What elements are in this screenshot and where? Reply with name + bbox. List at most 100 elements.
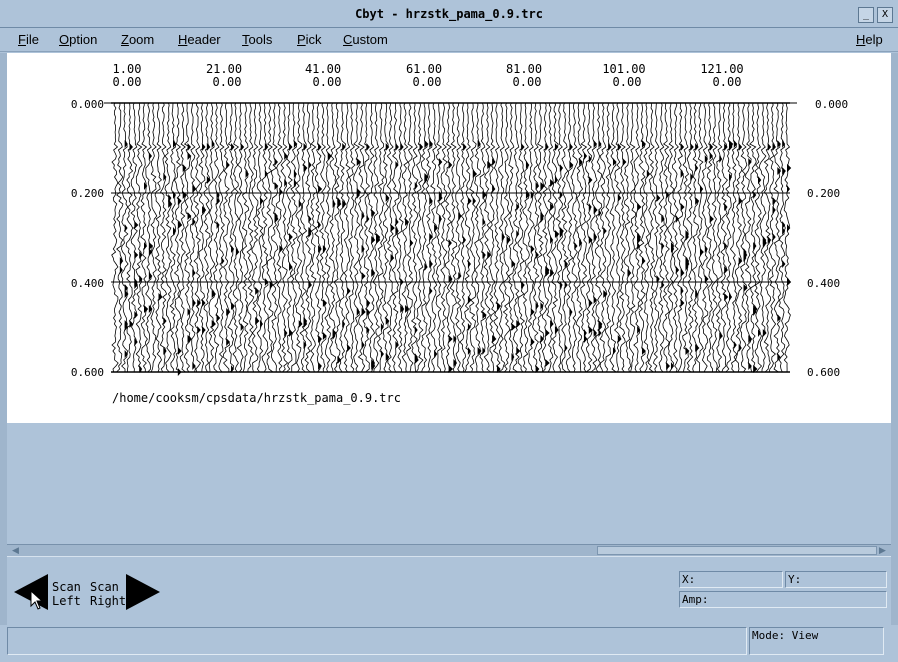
trace-peak-fill [569, 161, 574, 169]
trace-peak-fill [424, 140, 429, 148]
seismic-trace [609, 103, 617, 373]
seismic-trace [318, 102, 327, 373]
seismic-trace [749, 102, 758, 373]
time-label-right: 0.400 [807, 277, 840, 290]
seismic-trace [527, 102, 535, 373]
trace-peak-fill [680, 143, 685, 151]
menu-file[interactable]: File [18, 32, 39, 47]
trace-peak-fill [380, 350, 384, 358]
seismic-trace [783, 102, 791, 373]
trace-label-top: 61.00 [406, 62, 442, 76]
seismic-trace [256, 102, 264, 373]
trace-peak-fill [318, 143, 322, 151]
time-label-right: 0.000 [815, 98, 848, 111]
scan-left-label-line1: Scan [52, 580, 81, 594]
seismic-trace [483, 102, 492, 373]
seismic-trace [246, 102, 255, 373]
trace-peak-fill [429, 287, 433, 295]
menu-bar: File Option Zoom Header Tools Pick Custo… [0, 28, 898, 52]
seismic-trace [251, 102, 259, 373]
trace-peak-fill [197, 299, 201, 307]
trace-peak-fill [202, 326, 206, 334]
window-title: Cbyt - hrzstk_pama_0.9.trc [355, 7, 543, 21]
trace-peak-fill [168, 200, 173, 208]
trace-peak-fill [192, 299, 196, 307]
trace-peak-fill [134, 251, 139, 259]
menu-zoom[interactable]: Zoom [121, 32, 154, 47]
title-bar: Cbyt - hrzstk_pama_0.9.trc _ X [0, 0, 898, 28]
seismic-trace [145, 102, 153, 373]
trace-peak-fill [347, 344, 351, 352]
trace-peak-fill [216, 314, 221, 322]
seismic-trace [517, 102, 526, 373]
trace-peak-fill [559, 164, 564, 172]
seismic-trace [116, 102, 124, 373]
trace-peak-fill [777, 314, 781, 322]
trace-peak-fill [206, 143, 211, 151]
trace-peak-fill [226, 161, 230, 169]
seismic-trace [314, 102, 322, 373]
seismic-trace [362, 102, 371, 373]
menu-pick[interactable]: Pick [297, 32, 322, 47]
trace-label-bottom: 0.00 [413, 75, 442, 89]
menu-tools[interactable]: Tools [242, 32, 272, 47]
trace-peak-fill [569, 143, 573, 151]
time-label-right: 0.600 [807, 366, 840, 379]
trace-peak-fill [680, 203, 685, 211]
plot-lower-panel [7, 423, 891, 544]
scroll-right-arrow-icon[interactable]: ▶ [876, 545, 889, 556]
file-path-label: /home/cooksm/cpsdata/hrzstk_pama_0.9.trc [112, 391, 401, 405]
trace-peak-fill [511, 323, 516, 331]
trace-peak-fill [772, 206, 776, 214]
horizontal-scrollbar[interactable]: ◀ ▶ [7, 544, 891, 557]
trace-peak-fill [782, 227, 786, 235]
trace-peak-fill [733, 140, 738, 148]
trace-label-bottom: 0.00 [613, 75, 642, 89]
seismic-plot[interactable]: 1.00 21.00 41.00 61.00 81.00 101.00 121.… [7, 53, 891, 423]
trace-peak-fill [777, 140, 781, 148]
trace-peak-fill [521, 143, 525, 151]
scan-right-label[interactable]: Scan Right [90, 580, 126, 608]
trace-peak-fill [434, 350, 438, 358]
trace-peak-fill [622, 158, 627, 166]
trace-peak-fill [772, 233, 776, 241]
trace-peak-fill [366, 143, 370, 151]
scan-right-button[interactable] [124, 574, 160, 610]
trace-peak-fill [438, 158, 443, 166]
trace-peak-fill [482, 311, 487, 319]
scroll-left-arrow-icon[interactable]: ◀ [9, 545, 22, 556]
scan-right-arrow-icon [126, 574, 160, 610]
seismic-trace [715, 102, 723, 373]
menu-custom[interactable]: Custom [343, 32, 388, 47]
scan-left-label[interactable]: Scan Left [52, 580, 81, 608]
seismic-trace [618, 103, 626, 373]
minimize-button[interactable]: _ [858, 7, 874, 23]
trace-peak-fill [709, 215, 714, 223]
seismic-trace [401, 102, 409, 373]
close-button[interactable]: X [877, 7, 893, 23]
seismic-trace [357, 102, 366, 373]
trace-peak-fill [724, 143, 728, 151]
scan-right-label-line2: Right [90, 594, 127, 608]
trace-peak-fill [409, 239, 414, 247]
trace-peak-fill [211, 320, 216, 328]
scrollbar-thumb[interactable] [597, 546, 877, 555]
menu-help[interactable]: Help [856, 32, 883, 47]
trace-peak-fill [530, 338, 535, 346]
seismic-trace [658, 102, 665, 373]
menu-option[interactable]: Option [59, 32, 97, 47]
trace-peak-fill [588, 176, 593, 184]
seismic-plot-area[interactable]: 1.00 21.00 41.00 61.00 81.00 101.00 121.… [7, 53, 891, 423]
trace-peak-fill [318, 221, 321, 229]
trace-peak-fill [429, 260, 433, 268]
seismic-trace [449, 102, 458, 373]
trace-peak-fill [400, 143, 404, 151]
trace-peak-fill [564, 344, 568, 352]
seismic-trace [270, 102, 279, 372]
scan-left-label-line2: Left [52, 594, 81, 608]
seismic-traces [111, 102, 792, 376]
trace-peak-fill [680, 299, 685, 307]
menu-header[interactable]: Header [178, 32, 221, 47]
trace-peak-fill [129, 143, 134, 151]
seismic-trace [604, 102, 612, 373]
